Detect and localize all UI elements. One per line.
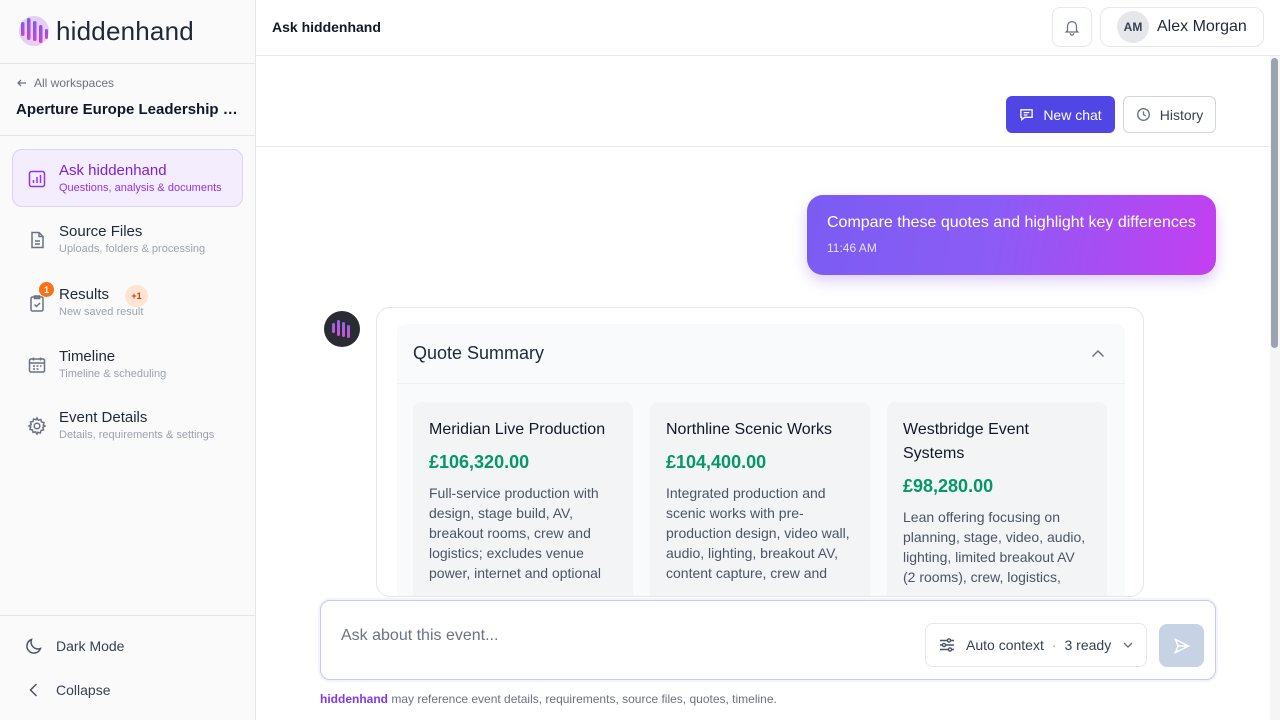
sidebar-item-label: Ask hiddenhand: [59, 162, 167, 179]
scrollbar-thumb[interactable]: [1271, 58, 1278, 348]
sidebar-item-label: Source Files: [59, 223, 143, 240]
clock-icon: [1136, 108, 1150, 121]
bar-chart-icon: [28, 170, 46, 188]
sidebar-item-sublabel: Questions, analysis & documents: [59, 182, 222, 194]
send-button[interactable]: [1159, 624, 1204, 667]
sidebar-divider: [0, 615, 255, 616]
quote-price: £104,400.00: [666, 452, 767, 472]
chevron-up-icon[interactable]: [1089, 345, 1107, 363]
quote-vendor-name: Meridian Live Production: [429, 421, 606, 438]
assistant-avatar: [324, 311, 360, 347]
sliders-icon: [940, 638, 954, 652]
user-name: Alex Morgan: [1157, 18, 1247, 35]
new-chat-button[interactable]: New chat: [1006, 96, 1115, 133]
notification-badge: 1: [39, 282, 54, 297]
sidebar-item-sublabel: Uploads, folders & processing: [59, 243, 206, 255]
context-separator: ·: [1051, 637, 1057, 653]
context-ready-count: 3 ready: [1064, 637, 1112, 653]
chat-bubble-icon: [1020, 109, 1034, 122]
dark-mode-toggle[interactable]: Dark Mode: [24, 636, 124, 656]
sidebar-item-event-details[interactable]: Event Details Details, requirements & se…: [12, 396, 243, 454]
avatar: AM: [1117, 11, 1149, 43]
chat-toolbar: New chat History: [256, 56, 1280, 147]
footnote-brand: hiddenhand: [320, 692, 388, 706]
brand-name: hiddenhand: [56, 15, 194, 46]
sidebar-item-results[interactable]: 1 Results +1 New saved result: [12, 273, 243, 331]
file-icon: [31, 231, 44, 249]
user-message-text: Compare these quotes and highlight key d…: [827, 214, 1196, 231]
collapse-label: Collapse: [56, 682, 111, 698]
sidebar-item-sublabel: Timeline & scheduling: [59, 368, 167, 380]
sidebar-item-ask-hiddenhand[interactable]: Ask hiddenhand Questions, analysis & doc…: [12, 149, 243, 207]
brand-logo[interactable]: hiddenhand: [16, 13, 194, 49]
sidebar-divider: [0, 135, 255, 136]
all-workspaces-link[interactable]: All workspaces: [16, 76, 114, 90]
quote-vendor-name: Westbridge Event Systems: [903, 421, 1029, 462]
message-composer: Auto context · 3 ready: [320, 600, 1216, 680]
assistant-logo-icon: [332, 320, 350, 338]
sidebar-item-timeline[interactable]: Timeline Timeline & scheduling: [12, 335, 243, 393]
user-menu-button[interactable]: AM Alex Morgan: [1100, 7, 1264, 47]
quote-summary-header[interactable]: Quote Summary: [397, 324, 1125, 384]
new-chat-label: New chat: [1043, 106, 1102, 123]
chat-input[interactable]: [341, 627, 901, 645]
sidebar-item-source-files[interactable]: Source Files Uploads, folders & processi…: [12, 210, 243, 268]
sidebar-item-sublabel: New saved result: [59, 306, 144, 318]
assistant-response-card: Quote Summary Meridian Live Production £…: [376, 307, 1144, 597]
sidebar-item-label: Results: [59, 286, 110, 303]
dark-mode-label: Dark Mode: [56, 638, 125, 654]
sidebar-item-label: Event Details: [59, 409, 148, 426]
logo-mark-icon: [19, 16, 49, 46]
arrow-left-icon: [17, 79, 26, 87]
footnote-text: may reference event details, requirement…: [388, 692, 777, 706]
quote-summary-title: Quote Summary: [413, 343, 545, 363]
history-button[interactable]: History: [1123, 96, 1216, 133]
user-message-bubble: Compare these quotes and highlight key d…: [807, 195, 1216, 275]
sidebar-item-label: Timeline: [59, 348, 116, 365]
context-selector[interactable]: Auto context · 3 ready: [925, 623, 1147, 667]
message-timestamp: 11:46 AM: [827, 241, 877, 255]
quote-description: Full-service production with design, sta…: [429, 485, 602, 581]
quote-card: Westbridge Event Systems £98,280.00 Lean…: [887, 402, 1107, 596]
collapse-sidebar-button[interactable]: Collapse: [24, 680, 110, 700]
sidebar-item-sublabel: Details, requirements & settings: [59, 429, 215, 441]
quote-card: Northline Scenic Works £104,400.00 Integ…: [650, 402, 870, 596]
new-count-pill: +1: [125, 285, 148, 307]
quote-summary-panel: Quote Summary Meridian Live Production £…: [397, 324, 1125, 596]
bell-icon: [1064, 20, 1080, 36]
gear-icon: [27, 416, 47, 436]
quote-price: £98,280.00: [903, 476, 994, 496]
send-icon: [1173, 637, 1190, 654]
quote-vendor-name: Northline Scenic Works: [666, 421, 832, 438]
notifications-button[interactable]: [1052, 7, 1092, 47]
chevron-left-icon: [29, 683, 38, 697]
quote-description: Lean offering focusing on planning, stag…: [903, 509, 1086, 585]
page-title: Ask hiddenhand: [272, 19, 381, 35]
quote-description: Integrated production and scenic works w…: [666, 485, 850, 581]
quote-card: Meridian Live Production £106,320.00 Ful…: [413, 402, 633, 596]
workspace-title: Aperture Europe Leadership S...: [16, 101, 240, 118]
all-workspaces-label: All workspaces: [34, 76, 115, 90]
chevron-down-icon: [1123, 642, 1133, 648]
calendar-icon: [28, 357, 46, 373]
history-label: History: [1159, 106, 1204, 123]
top-bar: Ask hiddenhand AM Alex Morgan: [256, 0, 1280, 56]
disclaimer-footnote: hiddenhand may reference event details, …: [320, 692, 777, 706]
quote-price: £106,320.00: [429, 452, 530, 472]
context-mode-label: Auto context: [966, 637, 1044, 653]
sidebar: hiddenhand All workspaces Aperture Europ…: [0, 0, 256, 720]
sidebar-divider: [0, 63, 255, 64]
moon-icon: [26, 638, 42, 654]
